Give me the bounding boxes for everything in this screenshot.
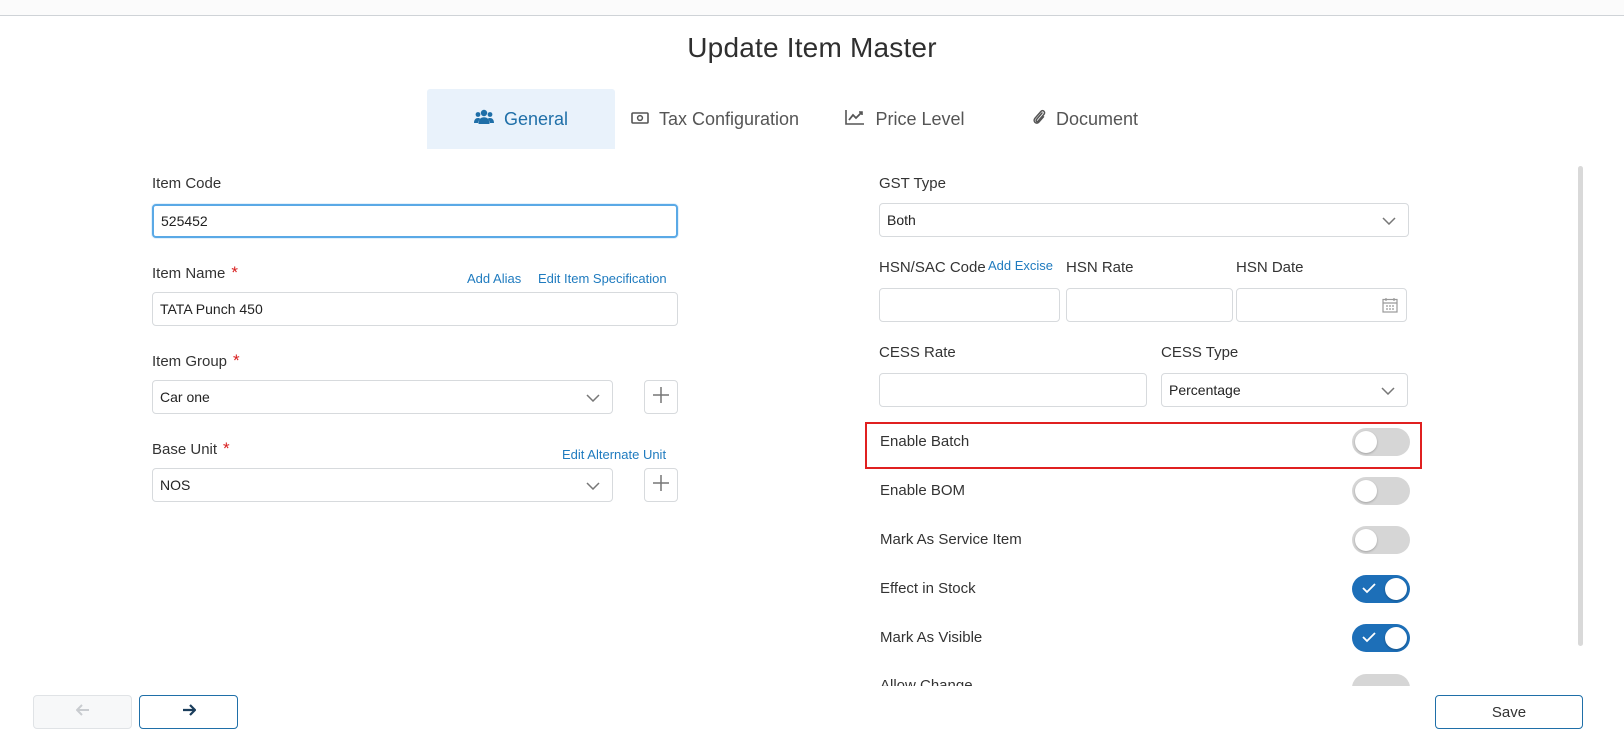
cess-rate-input[interactable] (879, 373, 1147, 407)
base-unit-label: Base Unit * (152, 439, 230, 459)
toggle-knob (1355, 480, 1377, 502)
item-code-input[interactable]: 525452 (152, 204, 678, 238)
item-group-value: Car one (160, 389, 210, 405)
top-divider (0, 15, 1624, 16)
plus-icon (652, 386, 670, 409)
hsn-date-input[interactable] (1236, 288, 1407, 322)
mark-as-service-item-label: Mark As Service Item (880, 531, 1022, 548)
effect-in-stock-label: Effect in Stock (880, 580, 976, 597)
tab-general[interactable]: General (427, 89, 615, 149)
edit-item-specification-link[interactable]: Edit Item Specification (538, 271, 667, 286)
enable-batch-label: Enable Batch (880, 433, 970, 450)
next-button[interactable] (139, 695, 238, 729)
mark-as-service-item-toggle[interactable] (1352, 526, 1410, 554)
tab-bar: General Tax Configuration Price Level Do… (427, 89, 1175, 149)
item-group-label: Item Group * (152, 351, 240, 371)
item-name-value: TATA Punch 450 (160, 301, 263, 317)
tab-price-label: Price Level (875, 108, 965, 129)
item-name-input[interactable]: TATA Punch 450 (152, 292, 678, 326)
add-excise-link[interactable]: Add Excise (988, 258, 1053, 273)
arrow-left-icon (75, 703, 90, 721)
toggle-knob (1355, 529, 1377, 551)
line-chart-icon (845, 109, 875, 130)
required-asterisk: * (233, 351, 240, 370)
save-button[interactable]: Save (1435, 695, 1583, 729)
gst-type-select[interactable]: Both (879, 203, 1409, 237)
money-icon (631, 109, 659, 130)
cut-off-toggle-label: Allow Change (880, 679, 973, 686)
chevron-down-icon (586, 477, 600, 493)
arrow-right-icon (182, 703, 197, 721)
plus-icon (652, 474, 670, 497)
edit-alternate-unit-link[interactable]: Edit Alternate Unit (562, 447, 666, 462)
cess-type-value: Percentage (1169, 382, 1241, 398)
tab-tax-configuration[interactable]: Tax Configuration (615, 89, 815, 149)
scrollbar[interactable] (1578, 166, 1583, 646)
hsn-sac-label: HSN/SAC Code (879, 259, 986, 276)
base-unit-select[interactable]: NOS (152, 468, 613, 502)
gst-type-value: Both (887, 212, 916, 228)
toggle-knob (1385, 627, 1407, 649)
tab-tax-label: Tax Configuration (658, 108, 800, 129)
base-unit-value: NOS (160, 477, 191, 493)
item-group-label-text: Item Group (152, 353, 228, 370)
add-alias-link[interactable]: Add Alias (467, 271, 521, 286)
users-icon (473, 109, 504, 130)
cess-type-label: CESS Type (1161, 344, 1239, 361)
item-group-select[interactable]: Car one (152, 380, 613, 414)
chevron-down-icon (1382, 212, 1396, 228)
chevron-down-icon (1381, 382, 1395, 398)
hsn-rate-input[interactable] (1066, 288, 1233, 322)
cess-rate-label: CESS Rate (879, 344, 956, 361)
item-code-label: Item Code (152, 175, 222, 192)
add-item-group-button[interactable] (644, 380, 678, 414)
paperclip-icon (1032, 108, 1056, 131)
tab-price-level[interactable]: Price Level (815, 89, 995, 149)
enable-bom-label: Enable BOM (880, 482, 966, 499)
top-bar (0, 0, 1624, 15)
add-base-unit-button[interactable] (644, 468, 678, 502)
tab-document[interactable]: Document (995, 89, 1175, 149)
item-name-label-text: Item Name (152, 265, 226, 282)
gst-type-label: GST Type (879, 175, 946, 192)
enable-batch-toggle[interactable] (1352, 428, 1410, 456)
check-icon (1361, 630, 1377, 649)
tab-general-label: General (503, 108, 569, 129)
required-asterisk: * (231, 263, 238, 282)
toggle-knob (1355, 431, 1377, 453)
effect-in-stock-toggle[interactable] (1352, 575, 1410, 603)
chevron-down-icon (586, 389, 600, 405)
mark-as-visible-toggle[interactable] (1352, 624, 1410, 652)
toggle-knob (1385, 578, 1407, 600)
hsn-sac-code-input[interactable] (879, 288, 1060, 322)
item-code-value: 525452 (161, 213, 208, 229)
hsn-rate-label: HSN Rate (1066, 259, 1134, 276)
cut-off-toggle[interactable] (1352, 674, 1410, 686)
hsn-date-label: HSN Date (1236, 259, 1304, 276)
base-unit-label-text: Base Unit (152, 441, 218, 458)
calendar-icon[interactable] (1382, 297, 1398, 316)
previous-button[interactable] (33, 695, 132, 729)
enable-bom-toggle[interactable] (1352, 477, 1410, 505)
check-icon (1361, 581, 1377, 600)
required-asterisk: * (223, 439, 230, 458)
page-title: Update Item Master (687, 32, 937, 63)
mark-as-visible-label: Mark As Visible (880, 629, 983, 646)
cess-type-select[interactable]: Percentage (1161, 373, 1408, 407)
tab-document-label: Document (1055, 108, 1139, 129)
item-name-label: Item Name * (152, 263, 238, 283)
